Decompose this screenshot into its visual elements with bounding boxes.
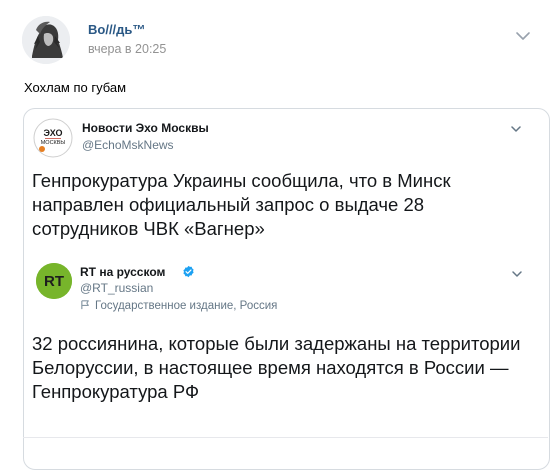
wall-post: Во///дь™ вчера в 20:25 Хохлам по губам Э… [0, 0, 554, 470]
quoted-tweet-text: 32 россиянина, которые были задержаны на… [32, 333, 521, 402]
state-media-label[interactable]: Государственное издание, Россия [80, 299, 277, 312]
chevron-down-icon[interactable] [509, 266, 525, 282]
rt-logo[interactable]: RT [36, 263, 72, 299]
logo-text-top: ЭХО [44, 128, 63, 138]
tweet-author-name[interactable]: Новости Эхо Москвы [82, 121, 209, 135]
embedded-tweet[interactable]: ЭХО МОСКВЫ Новости Эхо Москвы @EchoMskNe… [23, 108, 550, 470]
quoted-author-handle[interactable]: @RT_russian [80, 281, 153, 295]
warrior-portrait-icon [22, 16, 70, 64]
logo-text-bottom: МОСКВЫ [41, 140, 66, 146]
tweet-text: Генпрокуратура Украины сообщила, что в М… [32, 170, 451, 239]
chevron-down-icon[interactable] [512, 25, 534, 47]
flag-icon [80, 299, 91, 310]
post-author-link[interactable]: Во///дь™ [88, 22, 145, 37]
avatar[interactable] [22, 16, 70, 64]
post-text: Хохлам по губам [24, 80, 127, 95]
tweet-author-handle[interactable]: @EchoMskNews [82, 138, 174, 152]
echo-moskvy-logo[interactable]: ЭХО МОСКВЫ [33, 118, 73, 158]
chevron-down-icon[interactable] [508, 121, 524, 137]
quoted-tweet[interactable]: RT RT на русском @RT_russian Государстве… [27, 254, 542, 454]
state-media-label-text: Государственное издание, Россия [95, 300, 278, 312]
rt-logo-text: RT [44, 273, 64, 290]
divider [23, 437, 548, 438]
verified-badge-icon [182, 265, 195, 278]
post-timestamp[interactable]: вчера в 20:25 [88, 42, 166, 56]
quoted-author-name[interactable]: RT на русском [80, 265, 165, 279]
